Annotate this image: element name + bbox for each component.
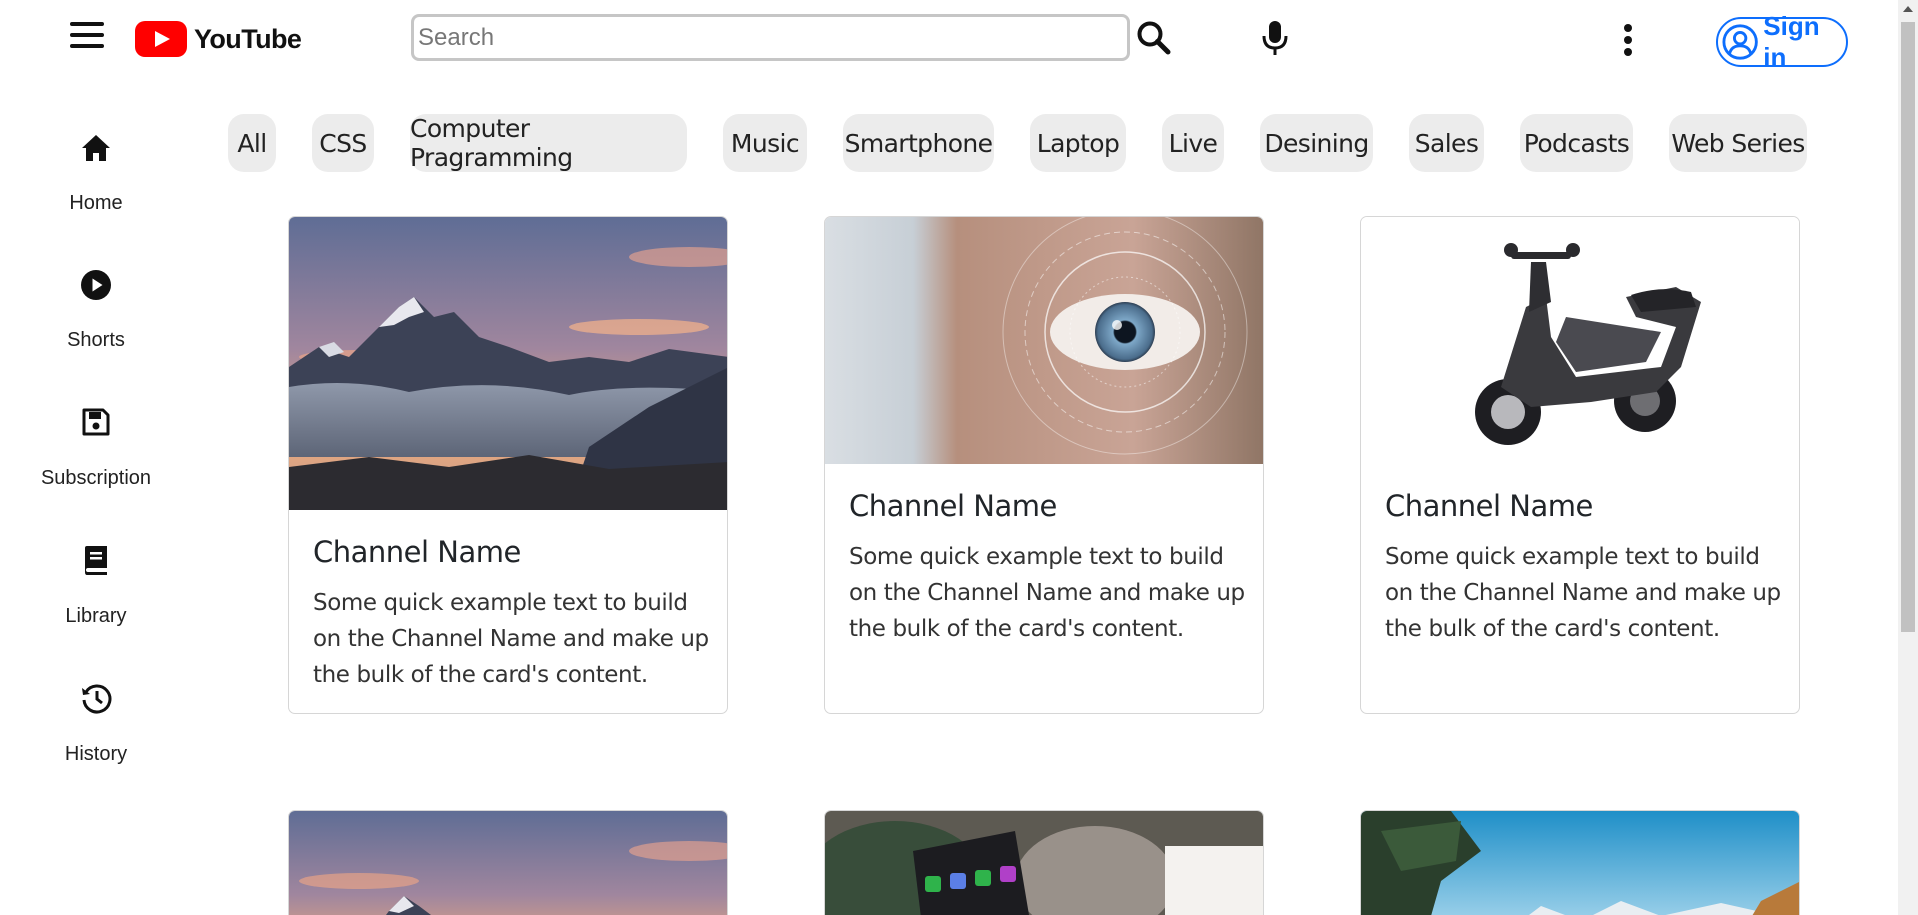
voice-search-button[interactable] bbox=[1261, 19, 1289, 57]
video-card[interactable] bbox=[1360, 810, 1800, 915]
play-circle-icon bbox=[81, 270, 111, 300]
card-thumbnail bbox=[289, 217, 727, 510]
mountain-sunset-photo bbox=[289, 217, 727, 510]
card-title: Channel Name bbox=[313, 535, 521, 569]
sidebar-item-label: Subscription bbox=[40, 467, 152, 489]
chip-css[interactable]: CSS bbox=[312, 114, 374, 172]
card-thumbnail bbox=[289, 811, 727, 915]
chip-laptop[interactable]: Laptop bbox=[1030, 114, 1126, 172]
top-header: YouTube Sign in bbox=[0, 0, 1898, 80]
card-thumbnail bbox=[825, 217, 1263, 464]
chip-live[interactable]: Live bbox=[1162, 114, 1224, 172]
card-text: Some quick example text to build on the … bbox=[849, 544, 1245, 642]
video-card[interactable] bbox=[824, 810, 1264, 915]
eye-scan-photo bbox=[825, 217, 1263, 464]
snowy-mountain-photo bbox=[1361, 811, 1799, 915]
sign-in-label: Sign in bbox=[1763, 11, 1820, 72]
card-thumbnail bbox=[1361, 811, 1799, 915]
youtube-logo[interactable]: YouTube bbox=[135, 20, 302, 58]
video-card[interactable] bbox=[288, 810, 728, 915]
card-thumbnail bbox=[1361, 217, 1799, 464]
chip-smartphone[interactable]: Smartphone bbox=[843, 114, 994, 172]
card-text: Some quick example text to build on the … bbox=[313, 590, 709, 688]
mountain-sunset-photo bbox=[289, 811, 727, 915]
history-icon bbox=[82, 684, 112, 714]
scooter-photo bbox=[1475, 243, 1701, 445]
more-options-button[interactable] bbox=[1622, 24, 1634, 60]
search-button[interactable] bbox=[1136, 20, 1172, 56]
hamburger-menu-icon bbox=[70, 22, 104, 48]
chip-sales[interactable]: Sales bbox=[1409, 114, 1484, 172]
sidebar-item-history[interactable]: History bbox=[0, 650, 192, 765]
scroll-up-arrow-icon[interactable] bbox=[1903, 6, 1913, 12]
sidebar-item-library[interactable]: Library bbox=[0, 512, 192, 627]
sidebar-item-label: Home bbox=[69, 192, 123, 214]
chip-web-series[interactable]: Web Series bbox=[1669, 114, 1807, 172]
sidebar-item-label: Library bbox=[65, 605, 127, 627]
floppy-disk-icon bbox=[82, 408, 110, 436]
sidebar-item-subscription[interactable]: Subscription bbox=[0, 374, 192, 489]
chip-music[interactable]: Music bbox=[723, 114, 807, 172]
user-circle-icon bbox=[1722, 24, 1758, 60]
vertical-dots-icon bbox=[1622, 24, 1634, 56]
scrollbar-thumb[interactable] bbox=[1901, 22, 1915, 632]
search-input[interactable] bbox=[411, 14, 1130, 61]
chip-desining[interactable]: Desining bbox=[1260, 114, 1373, 172]
sidebar-item-label: Shorts bbox=[67, 329, 125, 351]
card-title: Channel Name bbox=[1385, 489, 1593, 523]
chip-computer-programming[interactable]: Computer Pragramming bbox=[410, 114, 687, 172]
card-text: Some quick example text to build on the … bbox=[1385, 544, 1781, 642]
book-icon bbox=[85, 546, 107, 575]
video-card[interactable]: Channel Name Some quick example text to … bbox=[824, 216, 1264, 714]
video-card[interactable]: Channel Name Some quick example text to … bbox=[288, 216, 728, 714]
category-chips: All CSS Computer Pragramming Music Smart… bbox=[0, 114, 1918, 172]
logo-text: YouTube bbox=[194, 23, 302, 54]
smartphone-photo bbox=[825, 811, 1263, 915]
sidebar-item-label: History bbox=[64, 743, 128, 765]
chip-all[interactable]: All bbox=[228, 114, 276, 172]
menu-button[interactable] bbox=[70, 22, 104, 54]
magnifier-icon bbox=[1137, 21, 1171, 55]
chip-podcasts[interactable]: Podcasts bbox=[1520, 114, 1633, 172]
microphone-icon bbox=[1262, 21, 1288, 55]
sidebar-item-shorts[interactable]: Shorts bbox=[0, 237, 192, 351]
card-thumbnail bbox=[825, 811, 1263, 915]
page-scrollbar[interactable] bbox=[1898, 0, 1918, 915]
video-card[interactable]: Channel Name Some quick example text to … bbox=[1360, 216, 1800, 714]
card-title: Channel Name bbox=[849, 489, 1057, 523]
sign-in-button[interactable]: Sign in bbox=[1716, 11, 1848, 72]
youtube-play-logo-icon bbox=[135, 21, 187, 57]
